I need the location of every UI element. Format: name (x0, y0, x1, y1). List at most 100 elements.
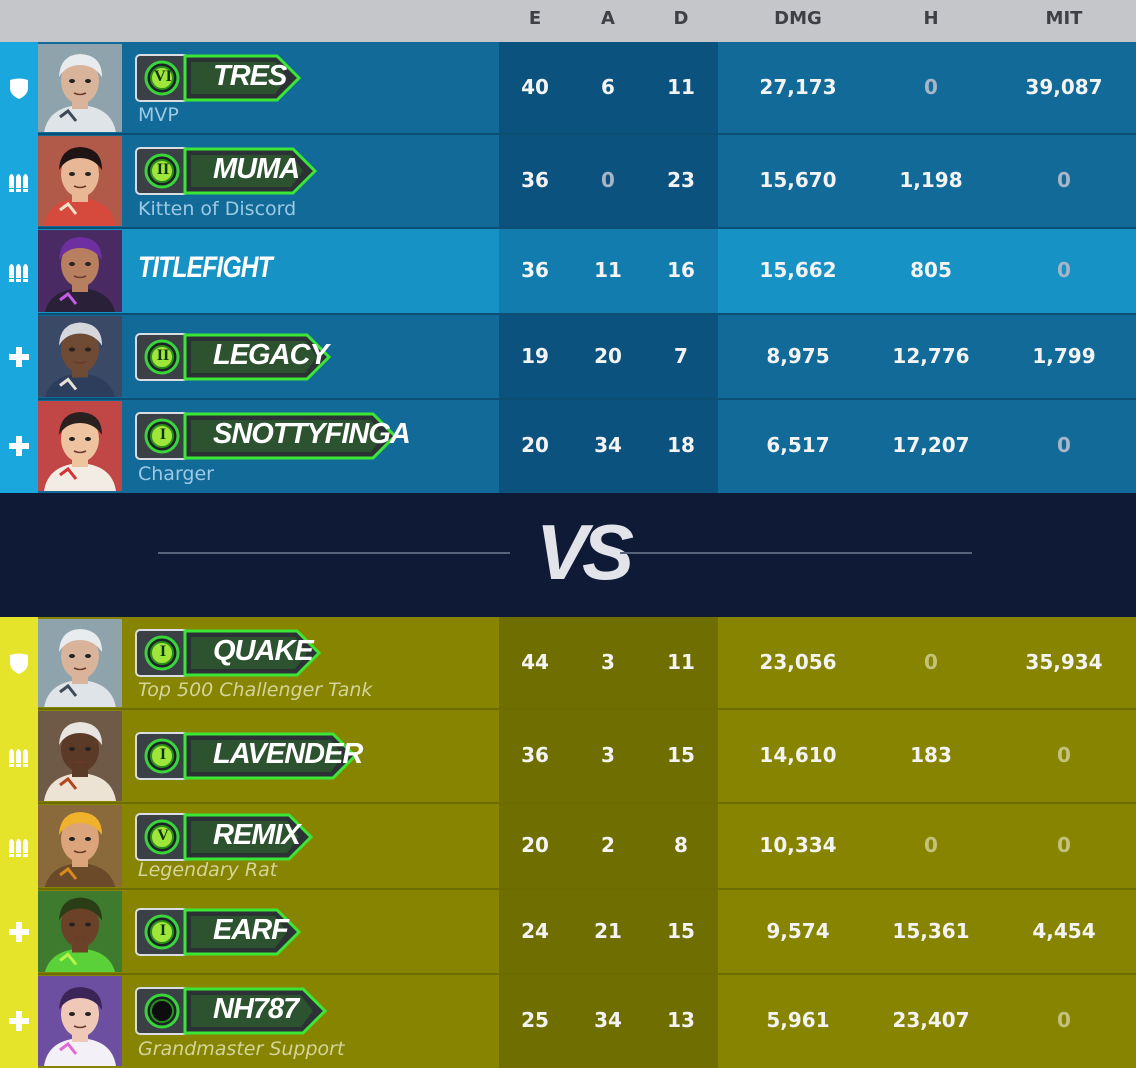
player-rank-badge: I SNOTTYFINGA (135, 410, 411, 460)
stat-h: 12,776 (892, 343, 970, 368)
player-rank-badge: VI TRES (135, 52, 302, 102)
stat-dmg: 5,961 (766, 1008, 830, 1032)
player-title: Grandmaster Support (138, 1038, 345, 1060)
stat-dmg: 15,670 (759, 168, 837, 192)
stat-d: 15 (667, 918, 695, 943)
stat-d: 23 (667, 168, 695, 192)
row-divider (38, 227, 1136, 229)
stat-mit: 35,934 (1025, 650, 1103, 674)
player-name[interactable]: REMIX (213, 819, 301, 852)
stat-d: 11 (667, 75, 695, 99)
stat-h: 23,407 (892, 1008, 970, 1032)
row-divider (38, 802, 1136, 804)
player-name[interactable]: LEGACY (213, 339, 329, 372)
stat-h: 15,361 (892, 918, 970, 943)
hero-portrait (38, 44, 122, 132)
player-title: Kitten of Discord (138, 198, 297, 220)
player-title: Top 500 Challenger Tank (138, 679, 373, 701)
rank-numeral: I (159, 642, 167, 660)
stat-h: 0 (924, 833, 938, 857)
player-rank-badge: I LAVENDER (135, 730, 363, 780)
stat-d: 13 (667, 1008, 695, 1032)
row-divider (38, 973, 1136, 975)
player-name[interactable]: QUAKE (213, 635, 314, 668)
hero-portrait (38, 805, 122, 887)
player-title: MVP (138, 104, 179, 126)
vs-label: VS (536, 508, 634, 596)
player-rank-badge: I QUAKE (135, 627, 322, 677)
stat-h: 1,198 (899, 168, 963, 192)
player-row[interactable]: I SNOTTYFINGA Charger 20 34 18 6,517 17,207 0 (0, 398, 1136, 493)
column-header-healing: H (923, 8, 939, 29)
stat-mit: 0 (1057, 1008, 1071, 1032)
rank-numeral: VI (154, 67, 172, 85)
row-divider (38, 313, 1136, 315)
player-title: Charger (138, 463, 214, 485)
hero-portrait (38, 619, 122, 707)
player-rank-badge: NH787 (135, 985, 328, 1035)
hero-portrait (38, 891, 122, 972)
stat-mit: 0 (1057, 433, 1071, 457)
stat-mit: 1,799 (1032, 343, 1096, 368)
player-row[interactable]: II LEGACY 19 20 7 8,975 12,776 1,799 (0, 313, 1136, 399)
rank-numeral: I (159, 921, 167, 939)
player-row[interactable]: V REMIX Legendary Rat 20 2 8 10,334 0 0 (0, 802, 1136, 889)
column-header-damage: DMG (774, 8, 822, 29)
player-name[interactable]: MUMA (213, 153, 300, 186)
bullets-icon (0, 228, 38, 314)
player-row[interactable]: I EARF 24 21 15 9,574 15,361 4,454 (0, 888, 1136, 974)
player-name[interactable]: TITLEFIGHT (138, 251, 273, 285)
player-title: Legendary Rat (138, 859, 278, 881)
bullets-icon (0, 803, 38, 889)
stat-d: 16 (667, 258, 695, 282)
player-name[interactable]: NH787 (213, 993, 299, 1026)
rank-numeral: I (159, 746, 167, 763)
player-row[interactable]: NH787 Grandmaster Support 25 34 13 5,961 23,40… (0, 973, 1136, 1068)
player-rank-badge: I EARF (135, 906, 302, 956)
blue-team-panel: VI TRES MVP 40 6 11 27,173 0 39,087 II MUMA Kitten … (0, 42, 1136, 493)
player-row[interactable]: I QUAKE Top 500 Challenger Tank 44 3 11 23,056… (0, 617, 1136, 709)
divider-line-right (620, 552, 972, 554)
hero-portrait (38, 136, 122, 226)
divider-line-left (158, 552, 510, 554)
stat-mit: 0 (1057, 743, 1071, 767)
player-name[interactable]: LAVENDER (213, 738, 363, 771)
rank-numeral: I (159, 425, 167, 443)
stat-mit: 0 (1057, 833, 1071, 857)
stat-dmg: 15,662 (759, 258, 837, 282)
plus-icon (0, 399, 38, 493)
stat-dmg: 6,517 (766, 433, 830, 457)
rank-numeral: II (156, 160, 170, 178)
bullets-icon (0, 134, 38, 228)
hero-portrait (38, 230, 122, 312)
player-rank-badge: V REMIX (135, 811, 314, 861)
player-name[interactable]: TRES (213, 60, 287, 93)
stat-h: 17,207 (892, 433, 970, 457)
rank-numeral: II (156, 346, 170, 364)
player-row[interactable]: VI TRES MVP 40 6 11 27,173 0 39,087 (0, 42, 1136, 134)
hero-portrait (38, 401, 122, 491)
plus-icon (0, 889, 38, 974)
plus-icon (0, 974, 38, 1068)
stat-d: 18 (667, 433, 695, 457)
player-name[interactable]: EARF (213, 914, 289, 947)
stat-h: 0 (924, 650, 938, 674)
player-row[interactable]: II MUMA Kitten of Discord 36 0 23 15,670 1,198 0 (0, 133, 1136, 228)
stat-dmg: 10,334 (759, 833, 837, 857)
shield-icon (0, 617, 38, 709)
hero-portrait (38, 711, 122, 801)
stat-h: 0 (924, 75, 938, 99)
shield-icon (0, 42, 38, 134)
player-row[interactable]: I LAVENDER 36 3 15 14,610 183 0 (0, 708, 1136, 803)
player-name[interactable]: SNOTTYFINGA (213, 418, 411, 451)
stat-d: 8 (674, 833, 688, 857)
stat-dmg: 8,975 (766, 343, 830, 368)
hero-portrait (38, 316, 122, 397)
scoreboard-header: E A D DMG H MIT (0, 0, 1136, 42)
stat-h: 183 (910, 743, 952, 767)
stat-mit: 0 (1057, 168, 1071, 192)
player-row[interactable]: TITLEFIGHT 36 11 16 15,662 805 0 (0, 227, 1136, 314)
stat-dmg: 14,610 (759, 743, 837, 767)
stat-mit: 0 (1057, 258, 1071, 282)
row-divider (38, 133, 1136, 135)
